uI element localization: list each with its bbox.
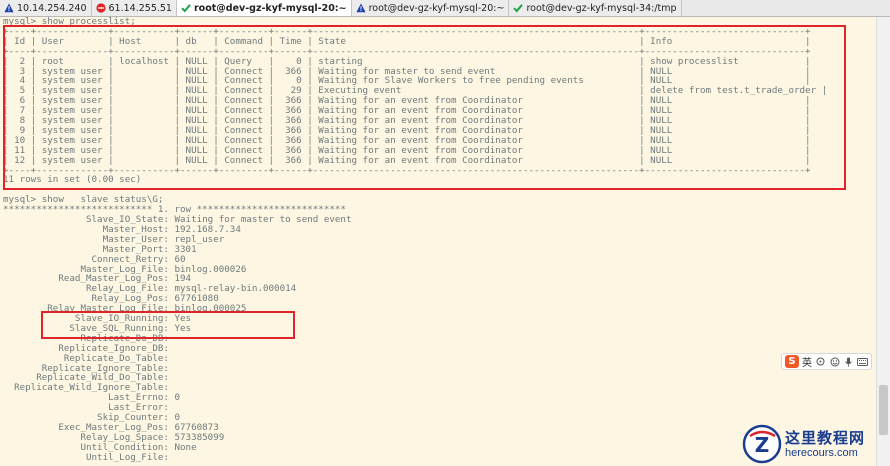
watermark-url: herecours.com: [785, 447, 858, 459]
svg-text:Z: Z: [755, 433, 770, 457]
session-tab-bar: 10.14.254.240 61.14.255.51 root@dev-gz-kyf…: [0, 0, 890, 17]
session-tab-3[interactable]: root@dev-gz-kyf-mysql-20:~: [176, 0, 352, 16]
session-tab-label: root@dev-gz-kyf-mysql-20:~: [368, 2, 505, 14]
terminal-scrollbar[interactable]: [876, 17, 890, 466]
session-tab-1[interactable]: 10.14.254.240: [0, 0, 92, 16]
ime-logo-icon: S: [785, 355, 799, 368]
terminal-output[interactable]: mysql> show processlist; +----+----------…: [0, 17, 876, 466]
ime-toolbar[interactable]: S 英: [781, 353, 872, 370]
ime-language-toggle[interactable]: 英: [802, 354, 812, 369]
session-tab-label: 61.14.255.51: [108, 2, 172, 14]
watermark-title: 这里教程网: [785, 429, 866, 447]
session-tab-4[interactable]: root@dev-gz-kyf-mysql-20:~: [351, 0, 510, 16]
watermark-logo-icon: Z: [742, 424, 782, 464]
error-icon: [95, 3, 106, 13]
warning-icon: [4, 3, 14, 13]
terminal-line: 11 rows in set (0.00 sec): [3, 174, 142, 186]
ime-punctuation-icon[interactable]: [815, 356, 826, 367]
terminal-line: Until_Log_File:: [3, 451, 175, 463]
ime-keyboard-icon[interactable]: [857, 356, 868, 367]
session-tab-2[interactable]: 61.14.255.51: [91, 0, 177, 16]
site-watermark: Z 这里教程网 herecours.com: [742, 422, 888, 466]
session-tab-label: root@dev-gz-kyf-mysql-20:~: [193, 2, 347, 14]
ime-microphone-icon[interactable]: [843, 356, 854, 367]
check-icon: [513, 3, 524, 13]
session-tab-label: root@dev-gz-kyf-mysql-34:/tmp: [526, 2, 677, 14]
ime-emoji-icon[interactable]: [829, 356, 840, 367]
session-tab-label: 10.14.254.240: [17, 2, 87, 14]
session-tab-5[interactable]: root@dev-gz-kyf-mysql-34:/tmp: [509, 0, 682, 16]
check-icon: [181, 3, 191, 13]
warning-icon: [355, 3, 366, 13]
